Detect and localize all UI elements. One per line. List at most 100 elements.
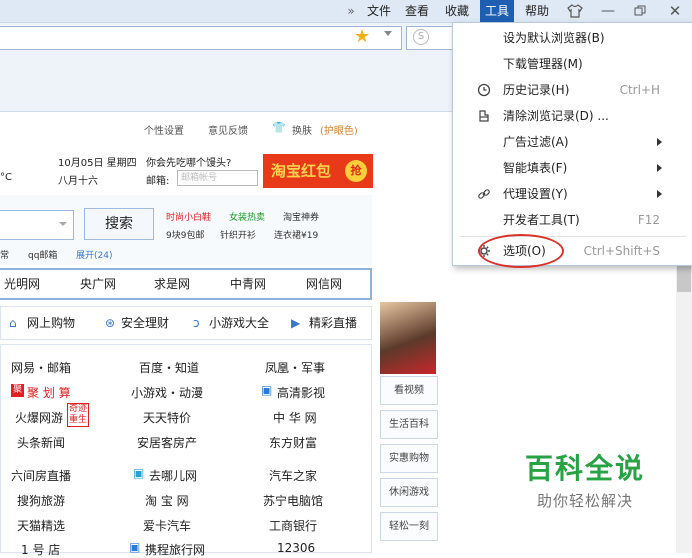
qqmail-link[interactable]: qq邮箱 [28, 248, 57, 261]
tv-poster-image[interactable] [380, 302, 436, 374]
site-link[interactable]: 聚 划 算 [27, 384, 71, 401]
hot-link[interactable]: 时尚小白鞋 [166, 210, 211, 223]
menu-item-shortcut: Ctrl+H [619, 83, 660, 97]
hot-link[interactable]: 针织开衫 [220, 228, 256, 241]
nav-link[interactable]: 央广网 [80, 270, 116, 298]
site-link[interactable]: 天猫精选 [17, 517, 65, 534]
nav-link[interactable]: 中青网 [230, 270, 266, 298]
expand-link[interactable]: 展开(24) [76, 248, 112, 261]
search-dropdown-icon[interactable] [59, 222, 67, 226]
hot-link[interactable]: 9块9包邮 [166, 228, 204, 241]
site-link[interactable]: 苏宁电脑馆 [263, 492, 323, 509]
search-engine-icon[interactable]: S [413, 29, 429, 45]
feedback-link[interactable]: 意见反馈 [208, 122, 248, 137]
menu-tools[interactable]: 工具 [480, 0, 514, 22]
skin-icon[interactable] [564, 0, 586, 22]
menu-item-label: 历史记录(H) [503, 83, 570, 97]
question-link[interactable]: 你会先吃哪个馒头? [146, 154, 231, 169]
nav-link[interactable]: 光明网 [4, 270, 40, 298]
menu-favorites[interactable]: 收藏 [440, 0, 474, 22]
nav-link[interactable]: 网信网 [306, 270, 342, 298]
category-link[interactable]: 精彩直播 [309, 307, 357, 339]
site-link[interactable]: 东方财富 [269, 434, 317, 451]
eye-protect-link[interactable]: (护眼色) [320, 122, 358, 137]
menu-item-history[interactable]: 历史记录(H) Ctrl+H [453, 77, 692, 103]
badge-line: 重生 [69, 415, 88, 425]
hot-link[interactable]: 连衣裙¥19 [274, 228, 318, 241]
site-link[interactable]: 高清影视 [277, 384, 325, 401]
url-dropdown-arrow-icon[interactable] [384, 31, 392, 36]
finance-icon: ⊛ [105, 316, 116, 330]
weather-temp: °C [0, 172, 12, 183]
menu-item-set-default[interactable]: 设为默认浏览器(B) [453, 25, 692, 51]
category-link[interactable]: 小游戏大全 [209, 307, 269, 339]
settings-link[interactable]: 个性设置 [144, 122, 184, 137]
menu-item-download-manager[interactable]: 下载管理器(M) [453, 51, 692, 77]
skin-link[interactable]: 换肤 [292, 122, 312, 137]
site-link[interactable]: 携程旅行网 [145, 541, 205, 558]
menu-item-autofill[interactable]: 智能填表(F) [453, 155, 692, 181]
site-link[interactable]: 汽车之家 [269, 467, 317, 484]
menu-overflow-chevron[interactable]: » [342, 0, 360, 22]
main-search-input[interactable] [0, 210, 74, 240]
submenu-arrow-icon [657, 164, 662, 172]
close-icon[interactable]: ✕ [664, 0, 686, 22]
site-link[interactable]: 百度・知道 [139, 359, 199, 376]
site-link[interactable]: 网易・邮箱 [11, 359, 71, 376]
site-link[interactable]: 天天特价 [143, 409, 191, 426]
menu-item-ad-filter[interactable]: 广告过滤(A) [453, 129, 692, 155]
site-link[interactable]: 去哪儿网 [149, 467, 197, 484]
hot-link[interactable]: 女装热卖 [229, 210, 265, 223]
menu-item-label: 智能填表(F) [503, 161, 568, 175]
category-link[interactable]: 安全理财 [121, 307, 169, 339]
menu-item-label: 代理设置(Y) [503, 187, 568, 201]
site-link[interactable]: 搜狗旅游 [17, 492, 65, 509]
tools-dropdown-menu: 设为默认浏览器(B) 下载管理器(M) 历史记录(H) Ctrl+H 清除浏览记… [452, 22, 692, 266]
nav-link[interactable]: 求是网 [154, 270, 190, 298]
site-link[interactable]: 火爆网游 [15, 409, 63, 426]
menu-view[interactable]: 查看 [402, 0, 432, 22]
video-icon: ▣ [261, 383, 273, 397]
side-button[interactable]: 看视频 [380, 376, 438, 405]
category-link[interactable]: 网上购物 [27, 307, 75, 339]
hot-link[interactable]: 淘宝神券 [283, 210, 319, 223]
side-button[interactable]: 休闲游戏 [380, 478, 438, 507]
site-link[interactable]: 六间房直播 [11, 467, 71, 484]
menu-item-shortcut: F12 [637, 213, 660, 227]
side-button[interactable]: 轻松一刻 [380, 512, 438, 541]
site-link[interactable]: 爱卡汽车 [143, 517, 191, 534]
submenu-arrow-icon [657, 190, 662, 198]
hongbao-text: 淘宝红包 [271, 162, 332, 180]
site-link[interactable]: 凤凰・军事 [265, 359, 325, 376]
watermark-subtitle: 助你轻松解决 [536, 492, 633, 510]
side-button[interactable]: 实惠购物 [380, 444, 438, 473]
url-input[interactable] [0, 26, 402, 50]
site-link[interactable]: 安居客房产 [137, 434, 197, 451]
site-link[interactable]: 小游戏・动漫 [131, 384, 203, 401]
site-link[interactable]: 中 华 网 [273, 409, 317, 426]
site-link[interactable]: 淘 宝 网 [145, 492, 189, 509]
menu-bar: » 文件 查看 收藏 工具 帮助 — ✕ [0, 0, 692, 23]
site-link[interactable]: 头条新闻 [17, 434, 65, 451]
menu-file[interactable]: 文件 [364, 0, 394, 22]
menu-item-label: 设为默认浏览器(B) [503, 31, 605, 45]
site-link[interactable]: 1 号 店 [21, 541, 60, 558]
taobao-hongbao-banner[interactable]: 淘宝红包 抢 [263, 154, 373, 188]
menu-item-proxy[interactable]: 代理设置(Y) [453, 181, 692, 207]
restore-icon[interactable] [630, 0, 650, 22]
menu-item-clear-history[interactable]: 清除浏览记录(D) ... [453, 103, 692, 129]
clock-icon [477, 83, 491, 97]
mail-input[interactable]: 邮箱帐号 [177, 170, 258, 186]
submenu-arrow-icon [657, 138, 662, 146]
favorite-star-icon[interactable]: ★ [354, 26, 370, 48]
menu-item-label: 下载管理器(M) [503, 57, 583, 71]
news-nav-bar: 光明网 央广网 求是网 中青网 网信网 [0, 268, 372, 300]
quick-link[interactable]: 常 [0, 248, 9, 261]
menu-help[interactable]: 帮助 [520, 0, 554, 22]
search-button[interactable]: 搜索 [84, 208, 154, 240]
minimize-icon[interactable]: — [598, 0, 618, 22]
lunar-date: 八月十六 [58, 176, 98, 187]
side-button[interactable]: 生活百科 [380, 410, 438, 439]
menu-item-devtools[interactable]: 开发者工具(T) F12 [453, 207, 692, 233]
site-link[interactable]: 工商银行 [269, 517, 317, 534]
